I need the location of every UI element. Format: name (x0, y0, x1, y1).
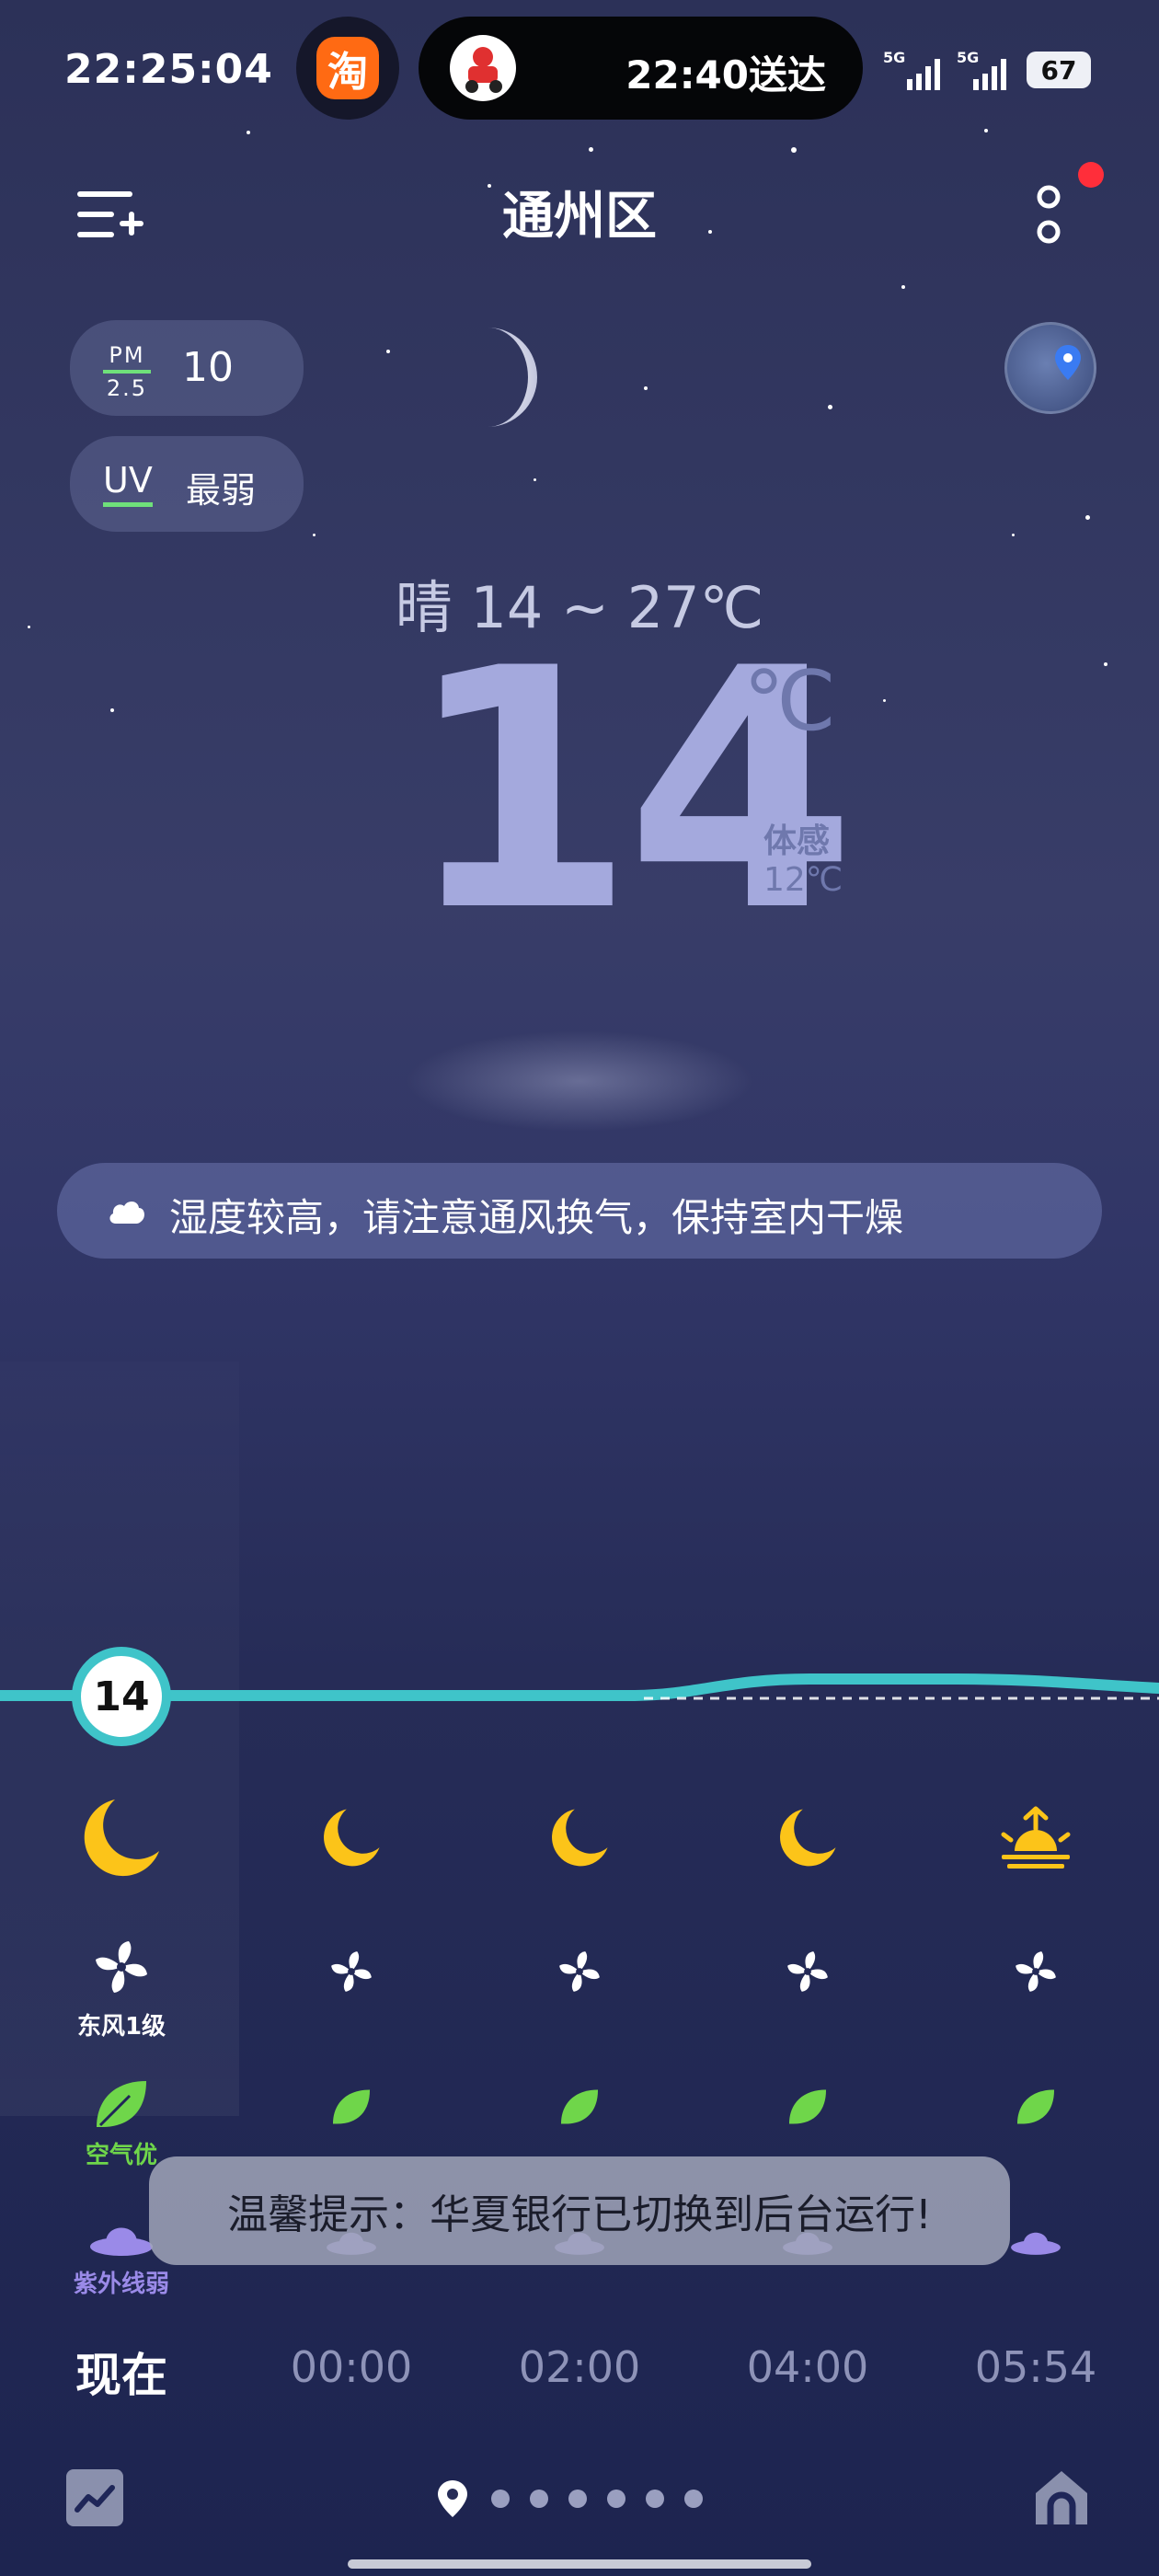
time-label-1: 00:00 (290, 2342, 413, 2392)
more-button[interactable] (1030, 182, 1067, 248)
pm25-pill[interactable]: PM 2.5 10 (70, 320, 304, 416)
hourly-air-1 (269, 2087, 434, 2131)
leaf-icon (788, 2089, 827, 2124)
home-icon (1036, 2471, 1087, 2524)
uv-pill[interactable]: UV 最弱 (70, 436, 304, 532)
hourly-weather-icon-0 (39, 1794, 204, 1884)
courier-avatar (450, 35, 516, 101)
hourly-wind-4 (953, 1949, 1119, 1998)
location-pin-icon (1055, 345, 1081, 380)
more-vertical-icon (1037, 185, 1061, 244)
signal-icon-2: 5G (957, 48, 1021, 98)
hourly-temperature-curve (0, 1673, 1159, 1701)
uv-label: UV (103, 460, 153, 507)
fan-icon (559, 1951, 600, 1992)
hourly-air-4 (953, 2087, 1119, 2131)
leaf-icon (97, 2081, 146, 2127)
pm25-value: 10 (182, 344, 234, 391)
cloud-icon (109, 1201, 144, 1224)
home-button[interactable] (1030, 2466, 1093, 2530)
delivery-live-activity[interactable]: 22:40送达 (419, 17, 863, 120)
hourly-wind-0: 东风1级 (39, 1938, 204, 2041)
time-label-4: 05:54 (974, 2342, 1097, 2392)
notification-dot (1078, 162, 1104, 188)
moon-icon (780, 1809, 836, 1867)
home-indicator[interactable] (348, 2559, 811, 2569)
leaf-icon (332, 2089, 371, 2124)
status-time: 22:25:04 (64, 46, 273, 93)
fan-icon (96, 1941, 147, 1993)
moon-icon (84, 1800, 159, 1877)
time-label-2: 02:00 (518, 2342, 641, 2392)
leaf-icon (1016, 2089, 1055, 2124)
sunrise-icon (1001, 1806, 1071, 1869)
city-page-indicator[interactable] (432, 2475, 727, 2521)
uv-value: 最弱 (186, 470, 257, 511)
map-location-button[interactable] (1004, 322, 1096, 414)
wind-label: 东风1级 (76, 2013, 166, 2041)
fan-icon (787, 1951, 828, 1992)
leaf-icon (560, 2089, 599, 2124)
trend-chart-button[interactable] (66, 2469, 123, 2526)
delivery-eta: 22:40送达 (625, 52, 826, 98)
svg-text:5G: 5G (883, 49, 905, 66)
svg-text:5G: 5G (957, 49, 979, 66)
toast-message: 温馨提示：华夏银行已切换到后台运行! (149, 2156, 1010, 2265)
feels-like-label: 体感 (763, 822, 831, 860)
battery-indicator: 67 (1027, 52, 1091, 88)
signal-icon: 5G (883, 48, 947, 98)
moon-reflection (405, 1030, 754, 1132)
hourly-wind-2 (497, 1949, 662, 1998)
weather-tip-text: 湿度较高，请注意通风换气，保持室内干燥 (169, 1195, 904, 1240)
moon-icon (552, 1809, 608, 1867)
uv-hourly-label: 紫外线弱 (73, 2271, 169, 2298)
hourly-wind-3 (725, 1949, 890, 1998)
temperature-unit: ℃ (743, 653, 837, 750)
trend-chart-icon (75, 2485, 115, 2513)
taobao-icon: 淘 (316, 37, 379, 99)
hourly-weather-icon-3 (725, 1805, 890, 1873)
time-label-3: 04:00 (746, 2342, 869, 2392)
fan-icon (331, 1951, 372, 1992)
hourly-air-3 (725, 2087, 890, 2131)
current-temp-marker: 14 (72, 1647, 171, 1746)
hourly-air-2 (497, 2087, 662, 2131)
hourly-weather-icon-1 (269, 1805, 434, 1873)
sun-hat-icon (90, 2227, 153, 2256)
time-label-now: 现在 (75, 2349, 167, 2402)
pm25-label: PM 2.5 (103, 342, 151, 401)
crescent-moon-decoration (460, 322, 543, 436)
moon-icon (324, 1809, 380, 1867)
hourly-weather-icon-2 (497, 1805, 662, 1873)
fan-icon (1016, 1951, 1056, 1992)
hourly-weather-icon-4 (953, 1805, 1119, 1875)
weather-tip-bar[interactable]: 湿度较高，请注意通风换气，保持室内干燥 (57, 1163, 1102, 1259)
taobao-app-island[interactable]: 淘 (296, 17, 399, 120)
sun-hat-icon (1011, 2232, 1061, 2255)
hourly-wind-1 (269, 1949, 434, 1998)
city-title[interactable]: 通州区 (0, 175, 1159, 249)
feels-like-value: 12℃ (763, 861, 843, 899)
